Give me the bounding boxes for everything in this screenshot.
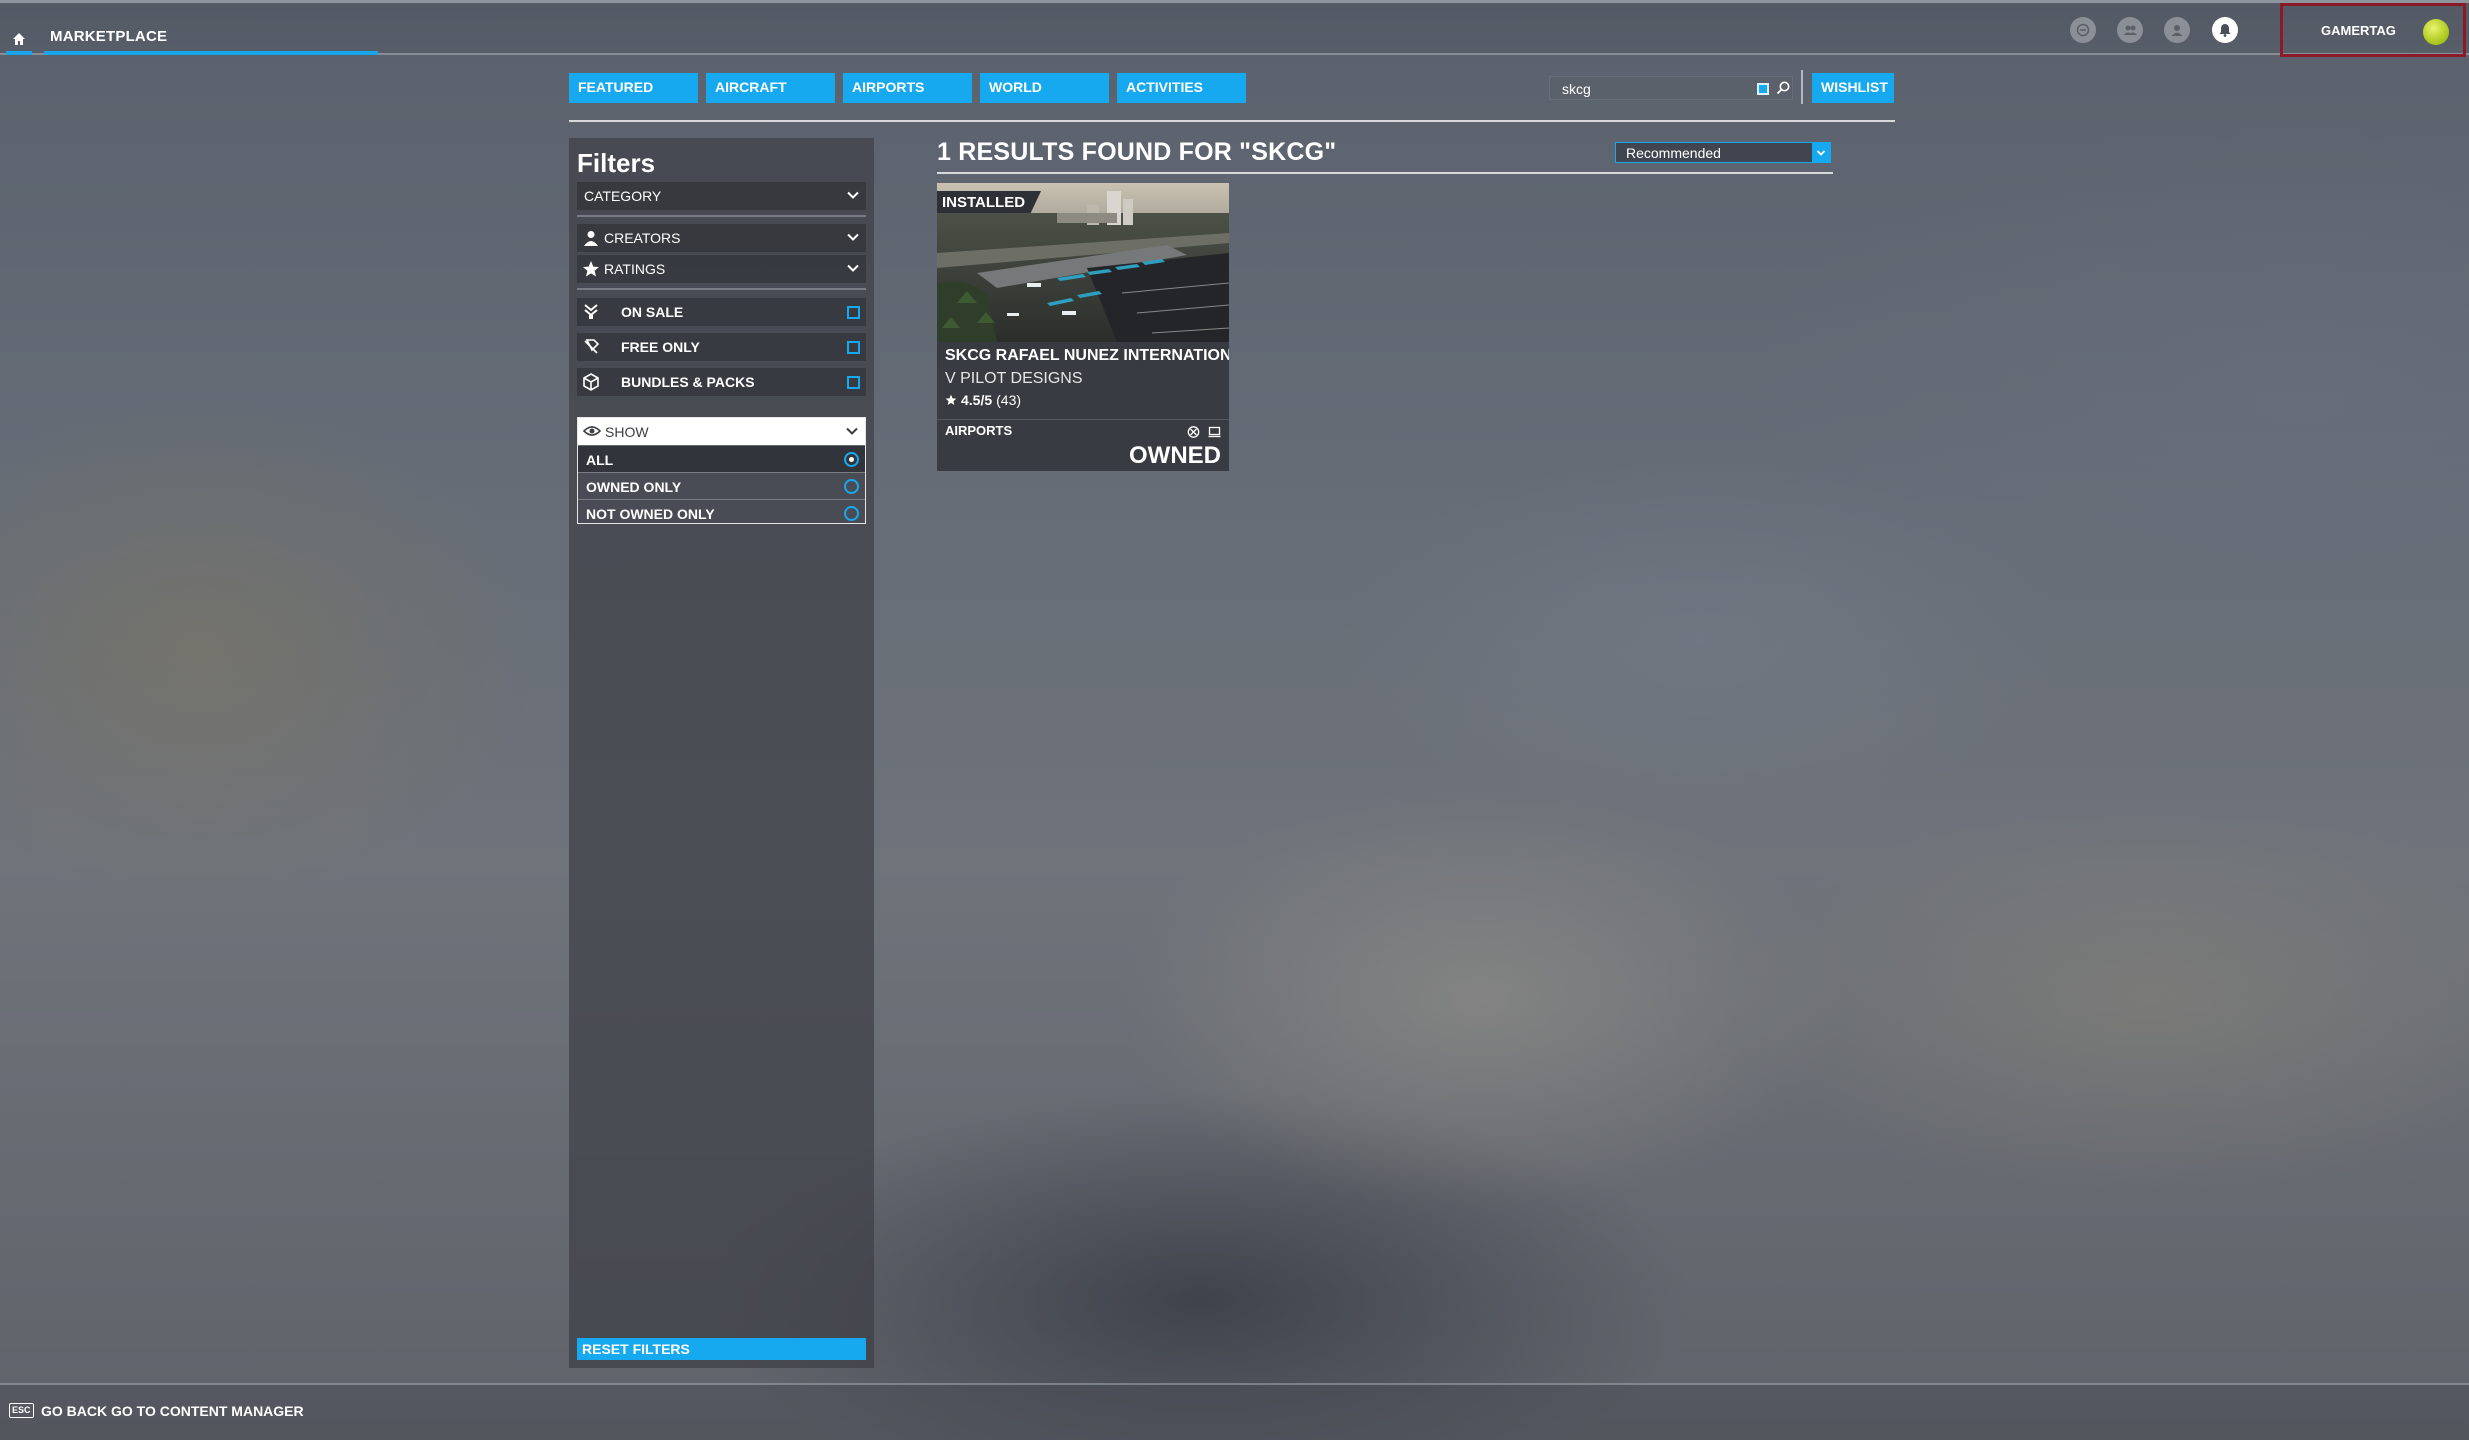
show-option-label: OWNED ONLY — [586, 479, 682, 495]
tab-featured[interactable]: FEATURED — [569, 73, 698, 103]
filter-ratings-label: RATINGS — [604, 261, 666, 277]
tab-activities[interactable]: ACTIVITIES — [1117, 73, 1246, 103]
product-creator: V PILOT DESIGNS — [945, 370, 1083, 387]
top-bar: MARKETPLACE GAMERTAG — [0, 0, 2469, 57]
product-category: AIRPORTS — [945, 423, 1013, 438]
divider — [577, 215, 866, 217]
bundles-checkbox[interactable] — [847, 376, 860, 389]
show-option-all[interactable]: ALL — [578, 445, 865, 472]
content-manager-button[interactable]: GO TO CONTENT MANAGER — [111, 1403, 304, 1419]
page-title[interactable]: MARKETPLACE — [50, 28, 167, 45]
show-option-label: NOT OWNED ONLY — [586, 506, 715, 522]
product-rating: 4.5/5 (43) — [945, 392, 1021, 408]
free-tag-icon — [584, 339, 600, 354]
filter-category-label: CATEGORY — [584, 188, 662, 204]
show-filter: SHOW ALL OWNED ONLY NOT OWNED ONLY — [577, 417, 866, 524]
chevron-down-icon — [847, 264, 859, 272]
filter-category[interactable]: CATEGORY — [577, 182, 866, 210]
profile-icon[interactable] — [2164, 17, 2190, 43]
friends-icon[interactable] — [2117, 17, 2143, 43]
chevron-down-icon — [847, 233, 859, 241]
search-icon[interactable] — [1775, 80, 1791, 96]
go-back-button[interactable]: GO BACK — [41, 1403, 107, 1419]
installed-badge: INSTALLED — [937, 191, 1042, 213]
radio-selected[interactable] — [844, 452, 859, 467]
product-title: SKCG RAFAEL NUNEZ INTERNATIONAL — [945, 347, 1229, 364]
bottom-bar: ESC GO BACK GO TO CONTENT MANAGER — [0, 1383, 2469, 1440]
filter-free-only[interactable]: FREE ONLY — [577, 333, 866, 361]
divider — [577, 288, 866, 290]
star-icon — [945, 394, 957, 405]
star-icon — [583, 261, 599, 277]
xbox-icon — [1187, 425, 1200, 438]
divider — [569, 120, 1895, 122]
filter-on-sale-label: ON SALE — [621, 304, 684, 320]
active-tab-indicator — [44, 51, 378, 55]
gamertag-label: GAMERTAG — [2321, 22, 2396, 38]
gamertag-button[interactable]: GAMERTAG — [2280, 3, 2466, 57]
product-thumbnail: INSTALLED — [937, 183, 1229, 342]
notifications-icon[interactable] — [2212, 17, 2238, 43]
home-icon — [13, 33, 25, 45]
sort-value: Recommended — [1626, 145, 1721, 161]
show-option-owned-only[interactable]: OWNED ONLY — [578, 472, 865, 499]
filter-creators[interactable]: CREATORS — [577, 224, 866, 252]
show-option-not-owned-only[interactable]: NOT OWNED ONLY — [578, 499, 865, 526]
filter-on-sale[interactable]: ON SALE — [577, 298, 866, 326]
search-input[interactable] — [1562, 80, 1752, 98]
show-dropdown[interactable]: SHOW — [578, 418, 865, 445]
radio-unselected[interactable] — [844, 506, 859, 521]
sale-icon — [584, 304, 598, 319]
rating-count: (43) — [996, 392, 1022, 408]
home-tab-indicator — [6, 51, 32, 55]
esc-key-hint: ESC — [9, 1403, 34, 1418]
wishlist-button[interactable]: WISHLIST — [1812, 73, 1894, 103]
owned-status: OWNED — [1129, 442, 1221, 469]
filter-creators-label: CREATORS — [604, 230, 681, 246]
filters-panel: Filters CATEGORY CREATORS RATINGS ON SAL… — [569, 138, 874, 1368]
platform-icons — [1187, 425, 1221, 438]
home-button[interactable] — [6, 25, 32, 53]
reset-filters-button[interactable]: RESET FILTERS — [577, 1338, 866, 1360]
show-option-label: ALL — [586, 452, 614, 468]
avatar — [2423, 19, 2449, 45]
filter-bundles[interactable]: BUNDLES & PACKS — [577, 368, 866, 396]
free-only-checkbox[interactable] — [847, 341, 860, 354]
results-title: 1 RESULTS FOUND FOR "SKCG" — [937, 138, 1337, 166]
person-icon — [584, 231, 598, 246]
tab-airports[interactable]: AIRPORTS — [843, 73, 972, 103]
eye-icon — [583, 426, 601, 436]
radio-unselected[interactable] — [844, 479, 859, 494]
rating-score: 4.5/5 — [961, 392, 993, 408]
divider — [937, 419, 1229, 420]
chevron-down-icon — [1812, 143, 1830, 162]
on-sale-checkbox[interactable] — [847, 306, 860, 319]
divider — [937, 172, 1833, 174]
marketplace-icon[interactable] — [2070, 17, 2096, 43]
bundle-icon — [583, 373, 599, 391]
tab-aircraft[interactable]: AIRCRAFT — [706, 73, 835, 103]
show-label: SHOW — [605, 424, 649, 440]
search-box — [1549, 76, 1793, 100]
filter-bundles-label: BUNDLES & PACKS — [621, 374, 755, 390]
clear-search-button[interactable] — [1757, 83, 1769, 95]
divider — [1801, 70, 1803, 104]
pc-icon — [1208, 425, 1221, 438]
filter-free-only-label: FREE ONLY — [621, 339, 700, 355]
tab-world[interactable]: WORLD — [980, 73, 1109, 103]
chevron-down-icon — [846, 427, 858, 435]
product-card[interactable]: INSTALLED SKCG RAFAEL NUNEZ INTERNATIONA… — [937, 183, 1229, 471]
filter-ratings[interactable]: RATINGS — [577, 255, 866, 283]
chevron-down-icon — [847, 191, 859, 199]
sort-dropdown[interactable]: Recommended — [1615, 142, 1831, 163]
filters-title: Filters — [577, 148, 656, 178]
